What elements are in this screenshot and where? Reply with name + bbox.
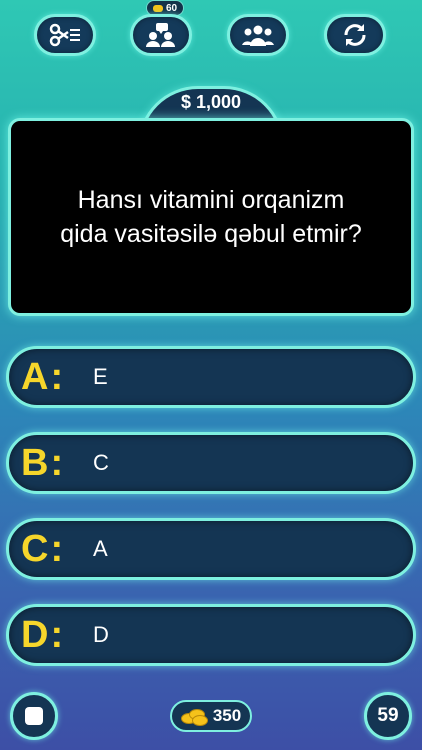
answer-letter: C: <box>21 527 66 570</box>
switch-question-lifeline-button[interactable] <box>324 14 386 56</box>
answer-a-button[interactable]: A: E <box>6 346 416 408</box>
refresh-icon <box>344 24 366 46</box>
question-text: Hansı vitamini orqanizm qida vasitəsilə … <box>60 186 362 248</box>
stop-button[interactable] <box>10 692 58 740</box>
coin-count: 350 <box>212 706 242 725</box>
lifeline-cost: 60 <box>166 2 178 14</box>
answer-text: C <box>93 450 109 475</box>
coin-balance: 350 <box>170 700 252 732</box>
audience-lifeline-button[interactable] <box>227 14 289 56</box>
group-icon <box>242 25 274 46</box>
scissors-icon <box>49 23 80 47</box>
answer-letter: A: <box>21 355 66 398</box>
answer-c-button[interactable]: C: A <box>6 518 416 580</box>
stop-icon <box>25 707 43 725</box>
answer-text: E <box>93 364 108 389</box>
ask-friend-lifeline-button[interactable] <box>130 14 192 56</box>
answer-text: A <box>93 536 108 561</box>
timer-value: 59 <box>377 705 399 726</box>
answer-letter: D: <box>21 613 66 656</box>
people-chat-icon <box>146 23 175 47</box>
coins-icon <box>180 708 208 726</box>
answer-b-button[interactable]: B: C <box>6 432 416 494</box>
answer-text: D <box>93 622 109 647</box>
prize-amount: $ 1,000 <box>180 92 242 112</box>
question-panel: Hansı vitamini orqanizm qida vasitəsilə … <box>8 118 414 316</box>
coin-icon <box>153 4 163 12</box>
answer-letter: B: <box>21 441 66 484</box>
timer: 59 <box>364 692 412 740</box>
answer-d-button[interactable]: D: D <box>6 604 416 666</box>
fifty-fifty-lifeline-button[interactable] <box>34 14 96 56</box>
